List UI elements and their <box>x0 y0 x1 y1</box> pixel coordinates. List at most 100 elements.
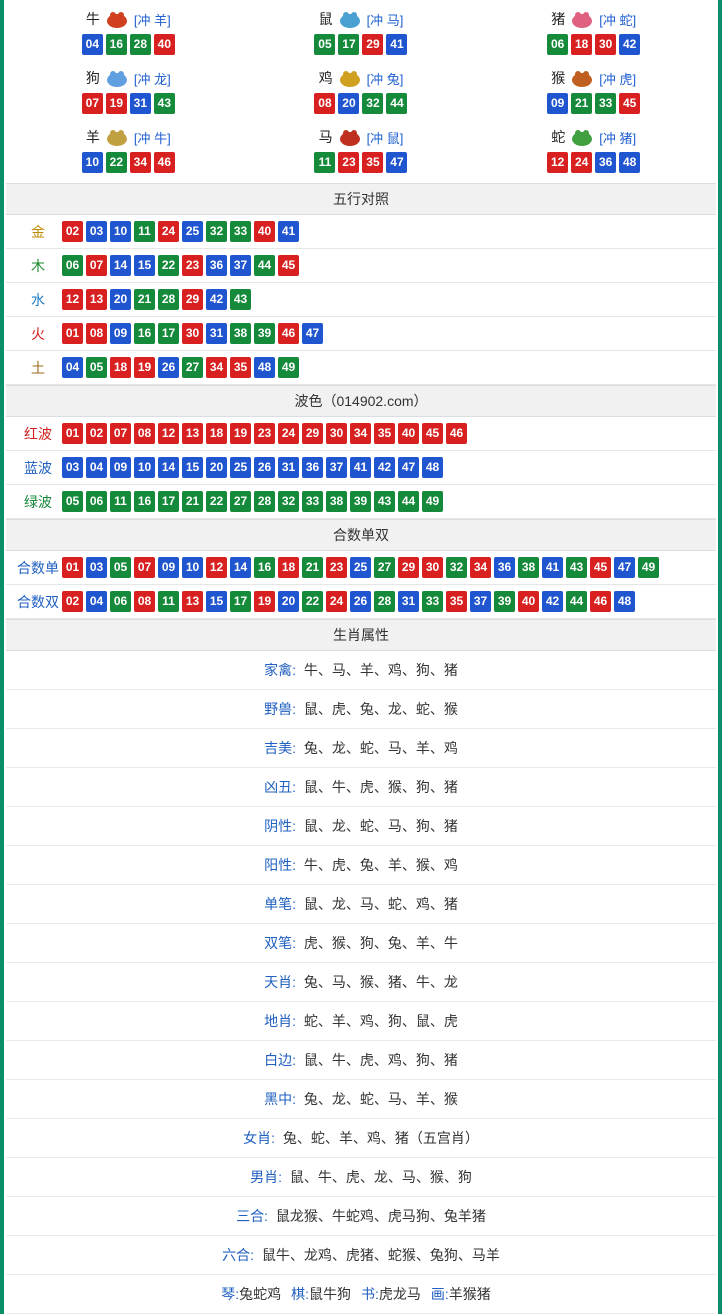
zodiac-chong: [冲 马] <box>367 10 404 29</box>
ball: 12 <box>158 423 179 444</box>
ball: 07 <box>110 423 131 444</box>
ball-row: 1213202128294243 <box>62 289 251 310</box>
ball: 23 <box>326 557 347 578</box>
attribute-key: 双笔: <box>264 935 296 951</box>
ball-row: 08203244 <box>247 93 476 114</box>
ball: 07 <box>134 557 155 578</box>
ball: 21 <box>134 289 155 310</box>
ball: 46 <box>154 152 175 173</box>
ball: 23 <box>338 152 359 173</box>
goat-icon <box>102 126 132 148</box>
table-row: 合数双 020406081113151719202224262831333537… <box>6 585 716 619</box>
ball: 33 <box>230 221 251 242</box>
ball: 45 <box>422 423 443 444</box>
ball: 28 <box>374 591 395 612</box>
ball: 29 <box>362 34 383 55</box>
wuxing-rows: 金 02031011242532334041 木 060714152223363… <box>6 215 716 385</box>
ball: 44 <box>566 591 587 612</box>
attribute-line: 阳性: 牛、虎、兔、羊、猴、鸡 <box>6 846 716 885</box>
ball: 02 <box>86 423 107 444</box>
ball: 33 <box>422 591 443 612</box>
ball: 41 <box>278 221 299 242</box>
ball: 42 <box>374 457 395 478</box>
attribute-line: 双笔: 虎、猴、狗、兔、羊、牛 <box>6 924 716 963</box>
ball: 10 <box>110 221 131 242</box>
ball: 36 <box>595 152 616 173</box>
zodiac-name: 牛 <box>86 9 100 29</box>
row-label: 金 <box>14 222 62 242</box>
ball: 19 <box>254 591 275 612</box>
ball-row: 03040910141520252631363741424748 <box>62 457 443 478</box>
attribute-value: 兔、马、猴、猪、牛、龙 <box>304 974 458 990</box>
ball-row: 10223446 <box>14 152 243 173</box>
zodiac-cell-dog: 狗 [冲 龙] 07193143 <box>14 63 243 120</box>
ball: 06 <box>110 591 131 612</box>
ball: 05 <box>110 557 131 578</box>
ball: 12 <box>62 289 83 310</box>
ball: 24 <box>571 152 592 173</box>
table-row: 火 0108091617303138394647 <box>6 317 716 351</box>
table-row: 土 04051819262734354849 <box>6 351 716 385</box>
ball: 39 <box>350 491 371 512</box>
ball: 19 <box>106 93 127 114</box>
ball: 17 <box>158 323 179 344</box>
zodiac-chong: [冲 鼠] <box>367 128 404 147</box>
zodiac-head: 鸡 [冲 兔] <box>319 67 404 89</box>
attribute-value: 牛、虎、兔、羊、猴、鸡 <box>304 857 458 873</box>
table-row: 木 06071415222336374445 <box>6 249 716 283</box>
zodiac-name: 鸡 <box>319 68 333 88</box>
attribute-value: 蛇、羊、鸡、狗、鼠、虎 <box>304 1013 458 1029</box>
ball: 05 <box>62 491 83 512</box>
ball: 29 <box>302 423 323 444</box>
ball: 08 <box>134 591 155 612</box>
ball: 31 <box>206 323 227 344</box>
attribute-key: 女肖: <box>243 1130 275 1146</box>
zodiac-cell-rat: 鼠 [冲 马] 05172941 <box>247 4 476 61</box>
ball: 15 <box>182 457 203 478</box>
attribute-value: 鼠、龙、蛇、马、狗、猪 <box>304 818 458 834</box>
table-row: 金 02031011242532334041 <box>6 215 716 249</box>
ball-row: 0108091617303138394647 <box>62 323 323 344</box>
zodiac-head: 马 [冲 鼠] <box>319 126 404 148</box>
row-label: 火 <box>14 324 62 344</box>
zodiac-name: 狗 <box>86 68 100 88</box>
ball: 33 <box>595 93 616 114</box>
table-row: 合数单 010305070910121416182123252729303234… <box>6 551 716 585</box>
ball: 42 <box>542 591 563 612</box>
ball: 28 <box>158 289 179 310</box>
ball: 22 <box>206 491 227 512</box>
ball: 28 <box>130 34 151 55</box>
attribute-line: 天肖: 兔、马、猴、猪、牛、龙 <box>6 963 716 1002</box>
ball: 05 <box>314 34 335 55</box>
ball: 32 <box>278 491 299 512</box>
attribute-value: 鼠龙猴、牛蛇鸡、虎马狗、兔羊猪 <box>276 1208 486 1224</box>
attribute-value: 鼠牛、龙鸡、虎猪、蛇猴、兔狗、马羊 <box>262 1247 500 1263</box>
ball: 37 <box>326 457 347 478</box>
attribute-key: 凶丑: <box>264 779 296 795</box>
ball-row: 0204060811131517192022242628313335373940… <box>62 591 635 612</box>
ball: 03 <box>86 557 107 578</box>
ball: 46 <box>278 323 299 344</box>
ball: 36 <box>206 255 227 276</box>
row-label: 木 <box>14 256 62 276</box>
ball: 10 <box>134 457 155 478</box>
multi-val: 兔蛇鸡 <box>239 1286 281 1302</box>
attribute-line: 白边: 鼠、牛、虎、鸡、狗、猪 <box>6 1041 716 1080</box>
ball: 17 <box>230 591 251 612</box>
ball-row: 0103050709101214161821232527293032343638… <box>62 557 659 578</box>
ball: 01 <box>62 557 83 578</box>
ball: 25 <box>182 221 203 242</box>
ball: 37 <box>230 255 251 276</box>
ball: 14 <box>230 557 251 578</box>
ball: 43 <box>230 289 251 310</box>
ball: 23 <box>182 255 203 276</box>
ball: 43 <box>154 93 175 114</box>
multi-val: 虎龙马 <box>379 1286 421 1302</box>
shuxing-lines: 家禽: 牛、马、羊、鸡、狗、猪 野兽: 鼠、虎、兔、龙、蛇、猴 吉美: 兔、龙、… <box>6 651 716 1275</box>
table-row: 水 1213202128294243 <box>6 283 716 317</box>
ball: 35 <box>446 591 467 612</box>
ball: 02 <box>62 591 83 612</box>
ball-row: 07193143 <box>14 93 243 114</box>
ball: 01 <box>62 423 83 444</box>
ball: 44 <box>386 93 407 114</box>
